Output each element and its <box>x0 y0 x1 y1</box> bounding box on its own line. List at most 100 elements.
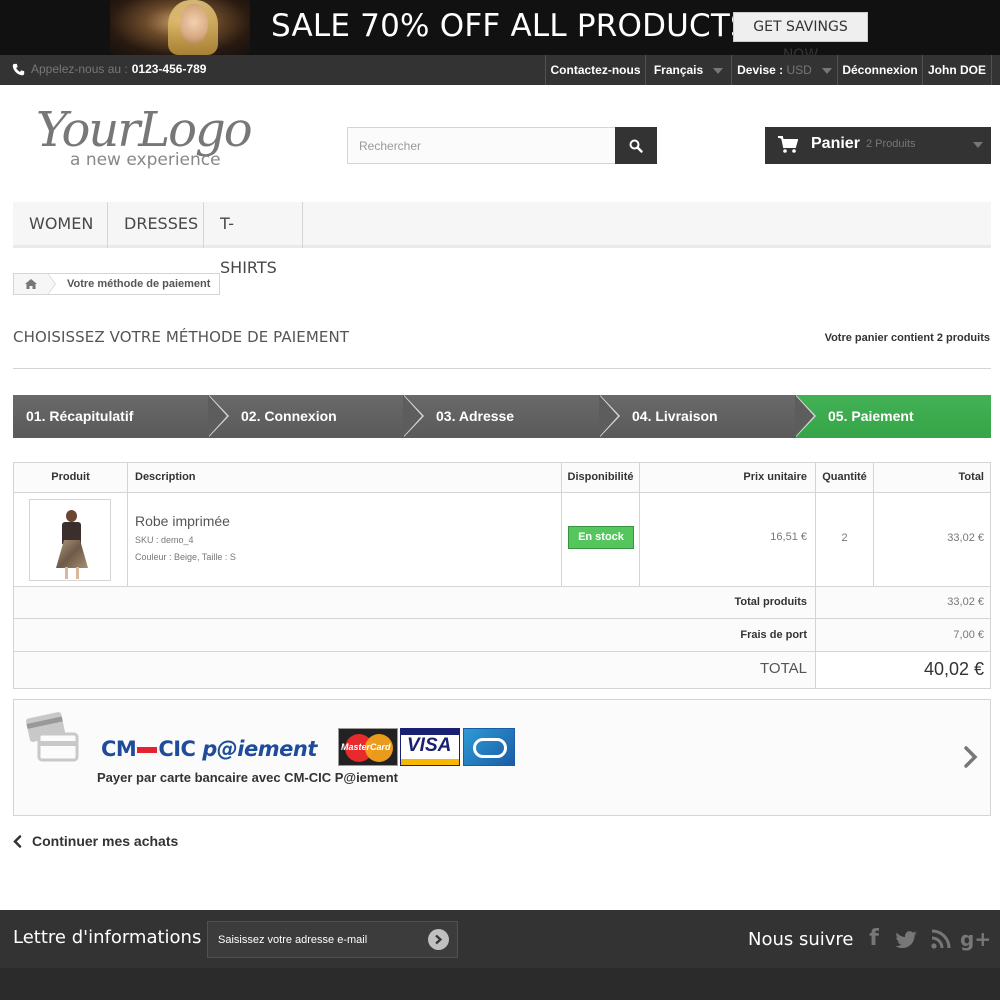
cb-card-logo <box>463 728 515 766</box>
newsletter-title: Lettre d'informations <box>13 927 202 948</box>
menu-item-dresses[interactable]: DRESSES <box>108 202 204 248</box>
cmcic-logo-dash <box>137 747 158 753</box>
product-name[interactable]: Robe imprimée <box>135 513 561 529</box>
grand-total-value: 40,02 € <box>816 652 990 688</box>
cmcic-logo-cm: CM <box>101 737 137 761</box>
product-thumbnail[interactable] <box>29 499 111 581</box>
step-label: 01. Récapitulatif <box>26 408 134 424</box>
mastercard-text: MasterCard <box>341 742 391 752</box>
cart-count: 2 Produits <box>866 138 916 150</box>
step-summary[interactable]: 01. Récapitulatif <box>13 395 209 438</box>
rss-icon[interactable] <box>929 927 953 951</box>
twitter-icon[interactable] <box>895 927 919 951</box>
step-payment[interactable]: 05. Paiement <box>796 395 991 438</box>
visa-band <box>401 759 459 765</box>
payment-option-cmcic[interactable]: CM CIC p@iement MasterCard VISA Payer par… <box>13 699 991 816</box>
cmcic-logo-cic: CIC <box>158 737 196 761</box>
mastercard-logo: MasterCard <box>338 728 398 766</box>
breadcrumb-home[interactable] <box>14 273 56 295</box>
newsletter-form <box>207 921 458 958</box>
account-link[interactable]: John DOE <box>922 55 992 85</box>
footer: Lettre d'informations Nous suivre f g+ <box>0 910 1000 1000</box>
step-label: 03. Adresse <box>436 408 515 424</box>
chevron-down-icon <box>713 67 724 74</box>
header-description: Description <box>128 463 562 493</box>
account-name: John DOE <box>927 63 986 77</box>
step-separator <box>208 395 227 437</box>
banner-headline: SALE 70% OFF ALL PRODUCTS <box>271 8 750 44</box>
menu-item-tshirts[interactable]: T-SHIRTS <box>204 202 303 277</box>
dress-image-part <box>66 510 77 522</box>
menu-item-women[interactable]: WOMEN <box>13 202 108 248</box>
visa-text: VISA <box>407 735 452 756</box>
continue-shopping-label: Continuer mes achats <box>32 833 179 849</box>
logout-label: Déconnexion <box>842 63 918 77</box>
currency-label: Devise : <box>737 63 784 77</box>
logout-link[interactable]: Déconnexion <box>837 55 922 85</box>
table-row-product-cell <box>14 493 128 587</box>
total-products-value: 33,02 € <box>816 587 990 619</box>
chevron-right-icon <box>964 746 978 768</box>
cb-logo-mark <box>473 738 507 758</box>
product-sku: SKU : demo_4 <box>135 535 194 545</box>
step-separator <box>403 395 422 437</box>
phone-label: Appelez-nous au : <box>31 62 128 76</box>
language-selector[interactable]: Français <box>645 55 731 85</box>
table-row-quantity: 2 <box>816 493 874 587</box>
cmcic-logo-paiement: p@iement <box>202 737 317 761</box>
step-shipping[interactable]: 04. Livraison <box>600 395 796 438</box>
cart-summary-text: Votre panier contient 2 produits <box>824 332 990 344</box>
heading-divider <box>13 368 991 369</box>
chevron-right-icon <box>435 934 443 945</box>
total-products-label: Total produits <box>14 587 816 619</box>
search-input[interactable] <box>348 128 615 163</box>
phone-info: Appelez-nous au : 0123-456-789 <box>12 62 206 76</box>
header-product: Produit <box>14 463 128 493</box>
step-address[interactable]: 03. Adresse <box>404 395 600 438</box>
in-stock-badge: En stock <box>568 526 634 549</box>
site-logo[interactable]: YourLogo a new experience <box>36 102 276 172</box>
newsletter-email-input[interactable] <box>208 922 423 957</box>
search-button[interactable] <box>615 127 657 164</box>
dress-image-part <box>65 567 79 579</box>
continue-shopping-link[interactable]: Continuer mes achats <box>13 833 178 849</box>
search-icon <box>629 139 643 153</box>
banner-model-face <box>180 4 208 44</box>
currency-value: USD <box>786 63 812 77</box>
shipping-label: Frais de port <box>14 619 816 652</box>
search-bar <box>347 127 657 164</box>
cart-dropdown[interactable]: Panier 2 Produits <box>765 127 991 164</box>
currency-selector[interactable]: Devise : USD <box>731 55 837 85</box>
promo-banner[interactable]: SALE 70% OFF ALL PRODUCTS GET SAVINGS NO… <box>0 0 1000 55</box>
facebook-icon[interactable]: f <box>862 927 886 951</box>
chevron-down-icon <box>973 142 983 148</box>
chevron-left-icon <box>13 834 22 848</box>
step-label: 05. Paiement <box>828 408 914 424</box>
phone-icon <box>12 63 25 75</box>
step-label: 04. Livraison <box>632 408 718 424</box>
visa-logo: VISA <box>400 728 460 766</box>
header-total: Total <box>874 463 990 493</box>
phone-number: 0123-456-789 <box>131 62 207 76</box>
table-row-availability: En stock <box>562 493 640 587</box>
contact-label: Contactez-nous <box>550 63 641 77</box>
contact-link[interactable]: Contactez-nous <box>545 55 645 85</box>
language-label: Français <box>653 63 704 77</box>
get-savings-button[interactable]: GET SAVINGS NOW <box>733 12 868 55</box>
logo-tagline: a new experience <box>70 150 221 170</box>
grand-total-label: TOTAL <box>14 652 816 688</box>
header-quantity: Quantité <box>816 463 874 493</box>
step-login[interactable]: 02. Connexion <box>209 395 404 438</box>
product-attributes: Couleur : Beige, Taille : S <box>135 552 236 562</box>
cart-label: Panier <box>811 135 860 152</box>
cart-summary-table: Produit Description Disponibilité Prix u… <box>13 462 991 689</box>
home-icon <box>25 279 37 289</box>
page-title: CHOISISSEZ VOTRE MÉTHODE DE PAIEMENT <box>13 328 350 346</box>
newsletter-submit-button[interactable] <box>428 929 449 950</box>
dress-image-part <box>56 540 88 568</box>
table-row-unit-price: 16,51 € <box>640 493 816 587</box>
header-availability: Disponibilité <box>562 463 640 493</box>
step-separator <box>795 395 814 437</box>
google-plus-icon[interactable]: g+ <box>960 927 991 951</box>
step-label: 02. Connexion <box>241 408 337 424</box>
